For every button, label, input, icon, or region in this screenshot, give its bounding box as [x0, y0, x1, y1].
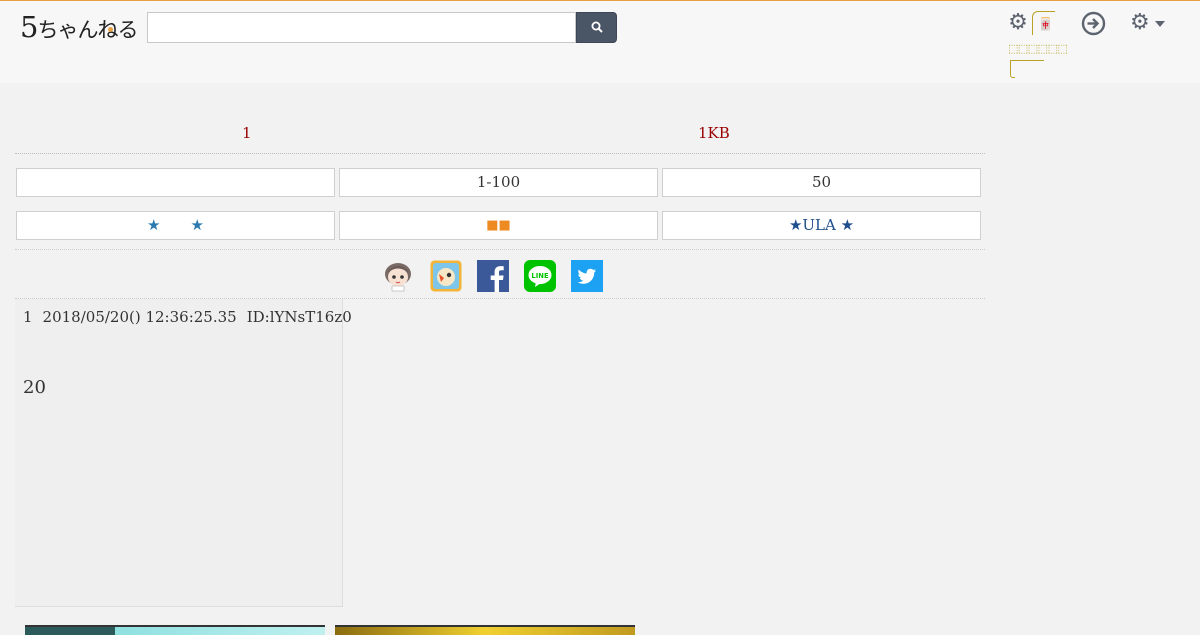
twitter-icon[interactable]: [571, 260, 603, 292]
app-icon[interactable]: [430, 260, 462, 292]
settings-cog-icon[interactable]: ⚙: [1006, 11, 1030, 35]
bracket-lines-decoration: [1010, 60, 1044, 78]
post-id[interactable]: ID:lYNsT16z0: [247, 308, 352, 326]
site-logo[interactable]: 5ちゃんねる: [20, 10, 138, 44]
search-icon: [591, 21, 603, 33]
gear-menu-button[interactable]: ⚙: [1130, 11, 1166, 35]
nav-button-ula-link[interactable]: ★ULA ★: [662, 211, 981, 240]
post-1: 1 2018/05/20() 12:36:25.35 ID:lYNsT16z0 20: [15, 299, 352, 607]
post-number[interactable]: 1: [23, 308, 33, 326]
ad-banner-1[interactable]: [25, 625, 325, 635]
svg-text:LINE: LINE: [531, 272, 549, 280]
nav-button-all[interactable]: [16, 168, 335, 197]
site-header: 5ちゃんねる ⚙ 🀄 ⬚⬚⬚⬚⬚⬚ ⚙: [0, 0, 1200, 83]
search-input[interactable]: [147, 12, 576, 43]
thread-size: 1KB: [698, 124, 730, 142]
thread-post-count: 1: [242, 124, 252, 142]
chevron-down-icon: [1155, 21, 1165, 27]
nav-button-1-100[interactable]: 1-100: [339, 168, 658, 197]
line-icon[interactable]: LINE: [524, 260, 556, 292]
ad-banner-2[interactable]: [335, 625, 635, 635]
post-body: 20: [23, 377, 46, 398]
share-buttons: LINE: [382, 260, 606, 294]
thread-meta-row: 1 1KB: [15, 118, 985, 154]
nav-button-latest-50[interactable]: 50: [662, 168, 981, 197]
top-label[interactable]: 🀄: [1038, 17, 1053, 31]
post-datetime: 2018/05/20() 12:36:25.35: [42, 308, 237, 326]
gear-icon: ⚙: [1130, 10, 1150, 35]
logo-text: ちゃんねる: [37, 18, 138, 42]
login-icon[interactable]: [1081, 11, 1106, 36]
nav-button-star-link[interactable]: ★ ★: [16, 211, 335, 240]
facebook-icon[interactable]: [477, 260, 509, 292]
post-meta: 1 2018/05/20() 12:36:25.35 ID:lYNsT16z0: [23, 308, 352, 326]
logo-digit: 5: [20, 10, 38, 44]
mascot-icon[interactable]: [382, 260, 414, 292]
header-link-label[interactable]: ⬚⬚⬚⬚⬚⬚: [1008, 42, 1068, 55]
search-button[interactable]: [576, 12, 617, 43]
nav-button-squares-link[interactable]: ■■: [339, 211, 658, 240]
divider: [15, 249, 985, 250]
logo-dot: [108, 27, 113, 32]
